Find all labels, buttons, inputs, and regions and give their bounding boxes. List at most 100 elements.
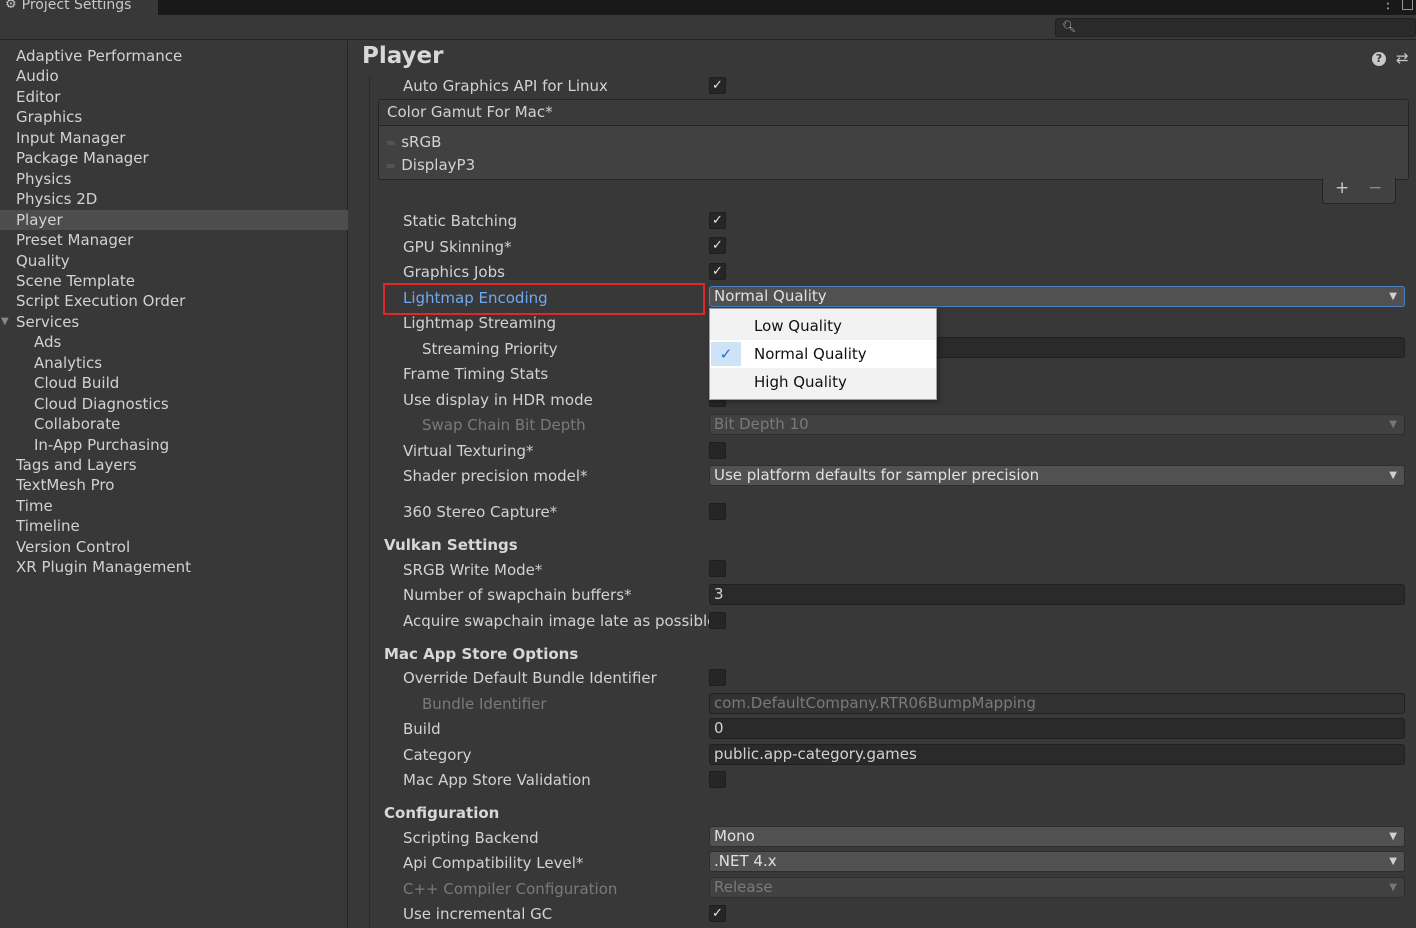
window-tab[interactable]: ⚙ Project Settings: [0, 0, 158, 15]
sidebar-item[interactable]: Tags and Layers: [0, 455, 348, 475]
sidebar-item[interactable]: Scene Template: [0, 271, 348, 291]
sidebar-item[interactable]: In-App Purchasing: [0, 435, 348, 455]
sidebar-item[interactable]: Package Manager: [0, 148, 348, 168]
sidebar-item[interactable]: Analytics: [0, 353, 348, 373]
sidebar-item-label: Physics: [16, 169, 72, 188]
sidebar-item[interactable]: Collaborate: [0, 414, 348, 434]
checkmark-icon: ✓: [711, 342, 741, 366]
more-options-icon[interactable]: ⋮: [1381, 0, 1395, 12]
page-title: Player: [362, 43, 444, 69]
color-gamut-header: Color Gamut For Mac*: [379, 100, 1408, 126]
graphics-jobs-checkbox[interactable]: ✓: [709, 263, 726, 280]
popup-option-label: High Quality: [754, 373, 847, 391]
color-gamut-item[interactable]: ═ sRGB: [387, 131, 441, 153]
swapchain-buffers-field[interactable]: 3: [709, 584, 1405, 605]
sidebar-item[interactable]: Ads: [0, 332, 348, 352]
color-gamut-item-label: sRGB: [401, 133, 442, 151]
color-gamut-item[interactable]: ═ DisplayP3: [387, 154, 475, 176]
search-row: 🔍︎: [0, 15, 1416, 40]
sidebar-item-label: Graphics: [16, 108, 83, 127]
build-field[interactable]: 0: [709, 718, 1405, 739]
mac-store-validation-checkbox[interactable]: [709, 771, 726, 788]
expand-caret-icon[interactable]: ▼: [1, 312, 9, 332]
sidebar-item[interactable]: Adaptive Performance: [0, 46, 348, 66]
swap-chain-bit-depth-label: Swap Chain Bit Depth: [422, 416, 586, 434]
sidebar-item[interactable]: Cloud Diagnostics: [0, 394, 348, 414]
sidebar-item-label: Timeline: [16, 517, 80, 536]
popup-option-high[interactable]: High Quality: [710, 368, 936, 396]
frame-timing-stats-label: Frame Timing Stats: [403, 365, 549, 383]
sidebar-item-label: Audio: [16, 67, 59, 86]
sidebar-item[interactable]: Script Execution Order: [0, 291, 348, 311]
api-compat-dropdown[interactable]: .NET 4.x ▼: [709, 851, 1405, 872]
sidebar-item[interactable]: Audio: [0, 66, 348, 86]
incremental-gc-checkbox[interactable]: ✓: [709, 905, 726, 922]
player-settings-panel: Player ? ⇄ Auto Graphics API for Linux ✓…: [349, 41, 1416, 928]
sidebar-item[interactable]: Version Control: [0, 537, 348, 557]
sidebar-item[interactable]: ▼ Services: [0, 312, 348, 332]
sidebar-item[interactable]: TextMesh Pro: [0, 475, 348, 495]
search-icon: 🔍︎: [1062, 20, 1076, 33]
category-field[interactable]: public.app-category.games: [709, 744, 1405, 765]
graphics-jobs-label: Graphics Jobs: [403, 263, 505, 281]
drag-handle-icon[interactable]: ═: [387, 136, 394, 150]
title-bar: ⚙ Project Settings ⋮ □: [0, 0, 1416, 15]
streaming-priority-field[interactable]: [929, 337, 1405, 358]
virtual-texturing-label: Virtual Texturing*: [403, 442, 534, 460]
static-batching-checkbox[interactable]: ✓: [709, 212, 726, 229]
override-bundle-id-checkbox[interactable]: [709, 669, 726, 686]
highlight-box: [383, 283, 705, 315]
maximize-icon[interactable]: □: [1401, 0, 1414, 12]
settings-sidebar: Adaptive Performance Audio Editor Graphics I…: [0, 41, 348, 928]
lightmap-encoding-dropdown[interactable]: Normal Quality ▼: [709, 286, 1405, 307]
shader-precision-dropdown[interactable]: Use platform defaults for sampler precis…: [709, 465, 1405, 486]
cpp-config-label: C++ Compiler Configuration: [403, 880, 618, 898]
sidebar-item[interactable]: Physics: [0, 169, 348, 189]
auto-graphics-api-checkbox[interactable]: ✓: [709, 77, 726, 94]
sidebar-item[interactable]: Preset Manager: [0, 230, 348, 250]
sidebar-item-label: Time: [16, 496, 53, 515]
configuration-heading: Configuration: [384, 804, 500, 822]
add-item-button[interactable]: +: [1335, 178, 1349, 198]
srgb-write-mode-checkbox[interactable]: [709, 560, 726, 577]
sidebar-item-label: XR Plugin Management: [16, 558, 191, 577]
sidebar-item[interactable]: Timeline: [0, 516, 348, 536]
sidebar-item-label: Player: [16, 210, 63, 229]
streaming-priority-label: Streaming Priority: [422, 340, 558, 358]
sidebar-item-label: Quality: [16, 251, 70, 270]
sidebar-item[interactable]: Input Manager: [0, 128, 348, 148]
sidebar-item[interactable]: Quality: [0, 251, 348, 271]
preset-settings-icon[interactable]: ⇄: [1396, 49, 1409, 67]
sidebar-item[interactable]: Graphics: [0, 107, 348, 127]
drag-handle-icon[interactable]: ═: [387, 159, 394, 173]
bundle-identifier-field[interactable]: com.DefaultCompany.RTR06BumpMapping: [709, 693, 1405, 714]
acquire-swapchain-late-checkbox[interactable]: [709, 612, 726, 629]
shader-precision-label: Shader precision model*: [403, 467, 588, 485]
stereo-capture-checkbox[interactable]: [709, 503, 726, 520]
window-title: Project Settings: [21, 0, 132, 13]
sidebar-item[interactable]: Physics 2D: [0, 189, 348, 209]
gear-icon: ⚙: [5, 0, 17, 12]
sidebar-item[interactable]: Cloud Build: [0, 373, 348, 393]
sidebar-item[interactable]: Editor: [0, 87, 348, 107]
sidebar-item[interactable]: Time: [0, 496, 348, 516]
sidebar-item-label: Ads: [34, 333, 62, 352]
sidebar-item[interactable]: XR Plugin Management: [0, 557, 348, 577]
gpu-skinning-checkbox[interactable]: ✓: [709, 237, 726, 254]
swap-chain-bit-depth-dropdown[interactable]: Bit Depth 10 ▼: [709, 414, 1405, 435]
scripting-backend-dropdown[interactable]: Mono ▼: [709, 826, 1405, 847]
sidebar-item[interactable]: Player: [0, 209, 348, 230]
vulkan-settings-heading: Vulkan Settings: [384, 536, 518, 554]
popup-option-normal[interactable]: ✓ Normal Quality: [710, 340, 936, 368]
sidebar-item-label: Collaborate: [34, 415, 121, 434]
sidebar-item-label: Cloud Diagnostics: [34, 394, 169, 413]
remove-item-button[interactable]: −: [1368, 178, 1382, 198]
cpp-config-dropdown[interactable]: Release ▼: [709, 877, 1405, 898]
category-label: Category: [403, 746, 472, 764]
virtual-texturing-checkbox[interactable]: [709, 442, 726, 459]
search-input[interactable]: 🔍︎: [1055, 18, 1416, 37]
popup-option-low[interactable]: Low Quality: [710, 312, 936, 340]
color-gamut-list: Color Gamut For Mac* ═ sRGB ═ DisplayP3: [378, 99, 1409, 180]
sidebar-item-label: In-App Purchasing: [34, 435, 170, 454]
help-icon[interactable]: ?: [1372, 52, 1386, 66]
